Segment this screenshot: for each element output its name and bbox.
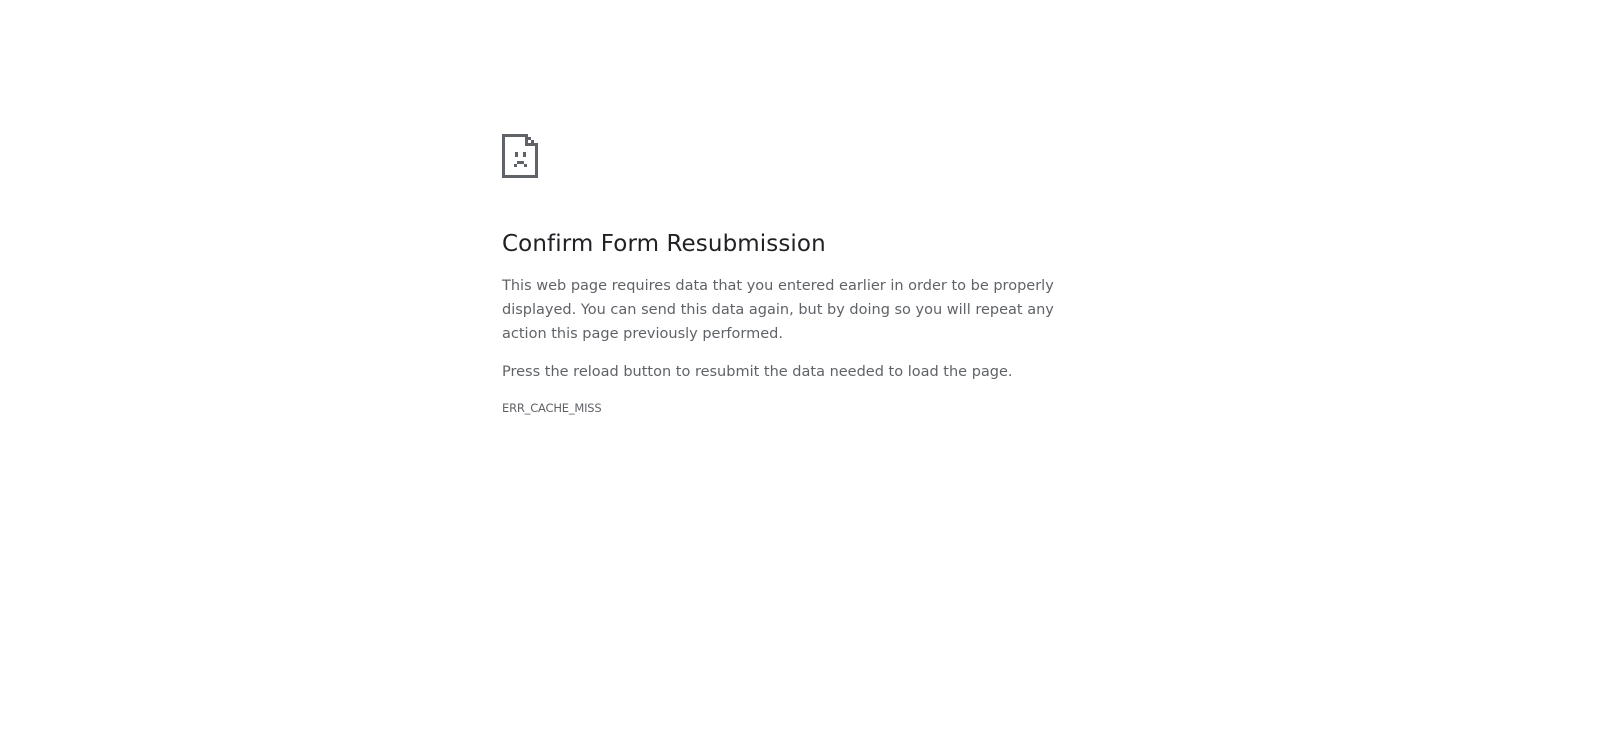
page-title: Confirm Form Resubmission	[502, 231, 826, 257]
reload-instruction: Press the reload button to resubmit the …	[502, 364, 1013, 380]
error-content: Confirm Form Resubmission This web page …	[502, 134, 1102, 416]
error-page: Confirm Form Resubmission This web page …	[0, 0, 1600, 745]
error-description: This web page requires data that you ent…	[502, 278, 1054, 342]
sad-page-icon	[502, 134, 538, 178]
error-code: ERR_CACHE_MISS	[502, 401, 602, 415]
